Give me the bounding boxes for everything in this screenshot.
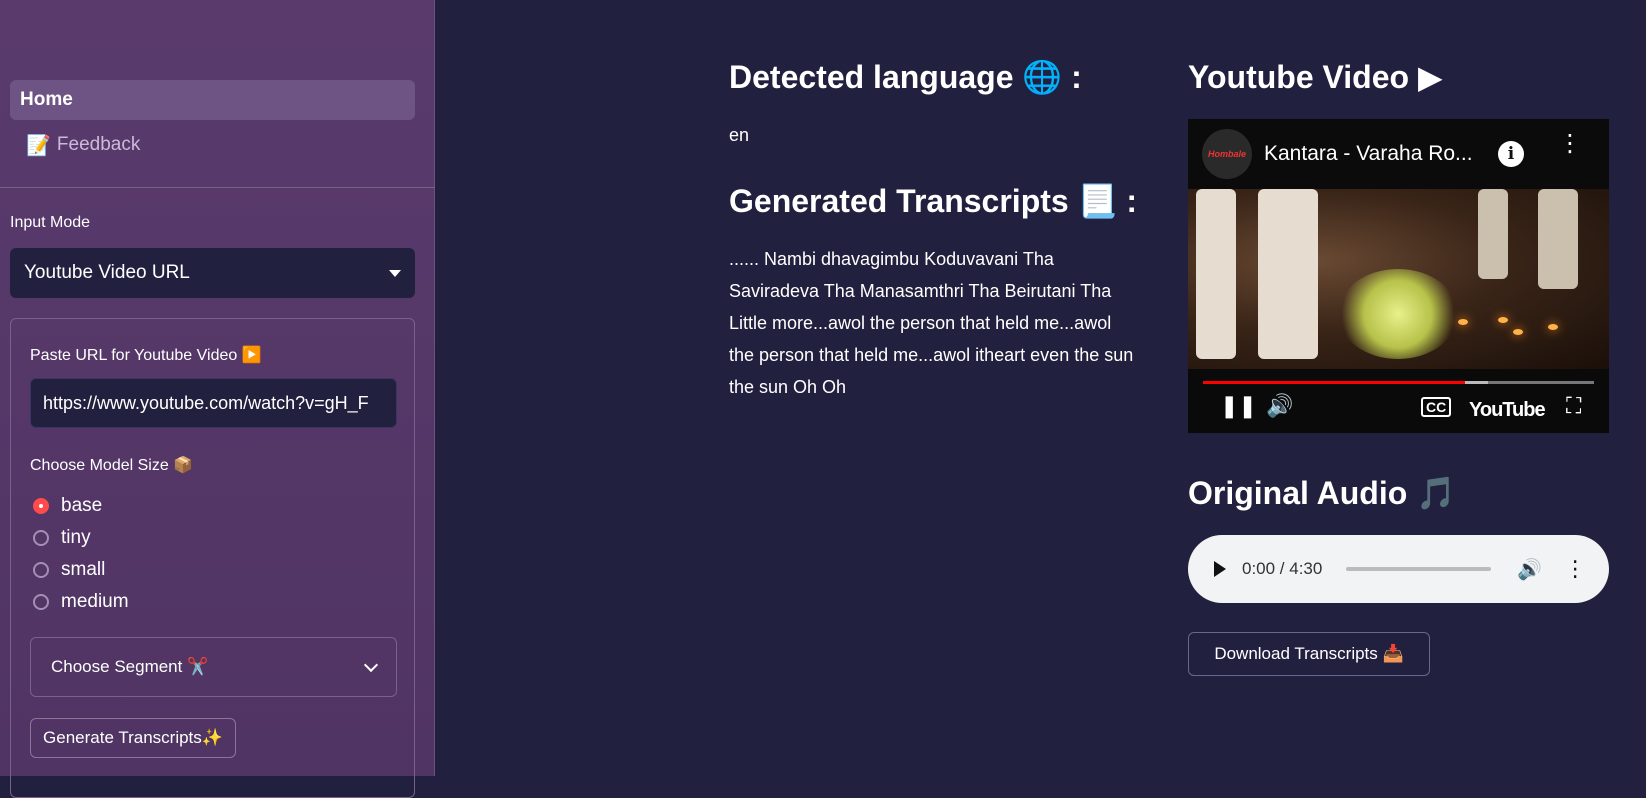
- generated-transcripts-heading: Generated Transcripts 📃 :: [729, 183, 1137, 219]
- audio-time: 0:00 / 4:30: [1242, 559, 1323, 578]
- memo-icon: 📝: [26, 134, 51, 157]
- radio-option-tiny[interactable]: tiny: [33, 524, 91, 552]
- pause-icon[interactable]: ❚❚: [1220, 393, 1257, 419]
- captions-icon[interactable]: CC: [1421, 397, 1452, 417]
- more-options-icon[interactable]: ⋮: [1564, 556, 1586, 582]
- video-title-bar: Hombale Kantara - Varaha Ro... i ⋮: [1188, 119, 1609, 189]
- volume-icon[interactable]: 🔊: [1517, 557, 1542, 582]
- sidebar: Home 📝 Feedback Input Mode Youtube Video…: [0, 0, 435, 798]
- radio-button[interactable]: [33, 530, 49, 546]
- radio-label: small: [61, 559, 106, 580]
- radio-label: tiny: [61, 527, 91, 548]
- download-transcripts-button[interactable]: Download Transcripts 📥: [1188, 632, 1430, 676]
- button-label: Generate Transcripts✨: [43, 728, 223, 747]
- volume-icon[interactable]: 🔊: [1266, 393, 1293, 419]
- video-controls: ❚❚ 🔊 CC YouTube ⛶: [1188, 381, 1609, 433]
- radio-button[interactable]: [33, 594, 49, 610]
- nav-item-label: Feedback: [56, 134, 141, 155]
- input-mode-label: Input Mode: [10, 214, 91, 231]
- url-label: Paste URL for Youtube Video ▶️: [30, 347, 262, 364]
- chevron-down-icon: [363, 657, 379, 673]
- radio-option-medium[interactable]: medium: [33, 588, 129, 616]
- play-icon[interactable]: [1214, 561, 1226, 577]
- nav-item-home[interactable]: Home: [10, 80, 415, 120]
- detected-language-heading: Detected language 🌐 :: [729, 59, 1082, 95]
- youtube-video-heading: Youtube Video ▶: [1188, 59, 1443, 95]
- choose-segment-expander[interactable]: Choose Segment ✂️: [30, 637, 397, 697]
- original-audio-heading: Original Audio 🎵: [1188, 475, 1456, 511]
- expander-label: Choose Segment ✂️: [51, 657, 209, 676]
- sidebar-divider: [0, 187, 435, 188]
- url-input[interactable]: https://www.youtube.com/watch?v=gH_F: [30, 378, 397, 428]
- audio-player[interactable]: 0:00 / 4:30 🔊 ⋮: [1188, 535, 1609, 603]
- model-size-label: Choose Model Size 📦: [30, 457, 194, 474]
- input-mode-select[interactable]: Youtube Video URL: [10, 248, 415, 298]
- youtube-logo[interactable]: YouTube: [1469, 399, 1546, 422]
- more-options-icon[interactable]: ⋮: [1558, 132, 1582, 156]
- video-frame: [1188, 189, 1609, 369]
- youtube-embed[interactable]: Hombale Kantara - Varaha Ro... i ⋮ ❚❚ 🔊 …: [1188, 119, 1609, 433]
- audio-seek-bar[interactable]: [1346, 567, 1492, 571]
- nav-item-label: Home: [20, 89, 73, 110]
- video-title[interactable]: Kantara - Varaha Ro...: [1264, 142, 1473, 166]
- flower-image: [1338, 269, 1458, 359]
- input-mode-value: Youtube Video URL: [24, 262, 190, 283]
- radio-label: medium: [61, 591, 129, 612]
- radio-option-small[interactable]: small: [33, 556, 105, 584]
- transcription-form: Paste URL for Youtube Video ▶️ https://w…: [10, 318, 415, 798]
- url-input-value: https://www.youtube.com/watch?v=gH_F: [43, 392, 369, 413]
- radio-option-base[interactable]: base: [33, 492, 102, 520]
- generate-transcripts-button[interactable]: Generate Transcripts✨: [30, 718, 236, 758]
- radio-button-selected[interactable]: [33, 498, 49, 514]
- fullscreen-icon[interactable]: ⛶: [1566, 393, 1581, 419]
- info-icon[interactable]: i: [1498, 141, 1524, 167]
- radio-label: base: [61, 495, 103, 516]
- nav-item-feedback[interactable]: 📝 Feedback: [10, 125, 415, 165]
- transcript-text: ...... Nambi dhavagimbu Koduvavani Tha S…: [729, 249, 1134, 397]
- caret-down-icon: [389, 269, 401, 277]
- button-label: Download Transcripts 📥: [1214, 644, 1404, 663]
- radio-button[interactable]: [33, 562, 49, 578]
- channel-avatar[interactable]: Hombale: [1202, 129, 1252, 179]
- detected-language-value: en: [729, 125, 750, 145]
